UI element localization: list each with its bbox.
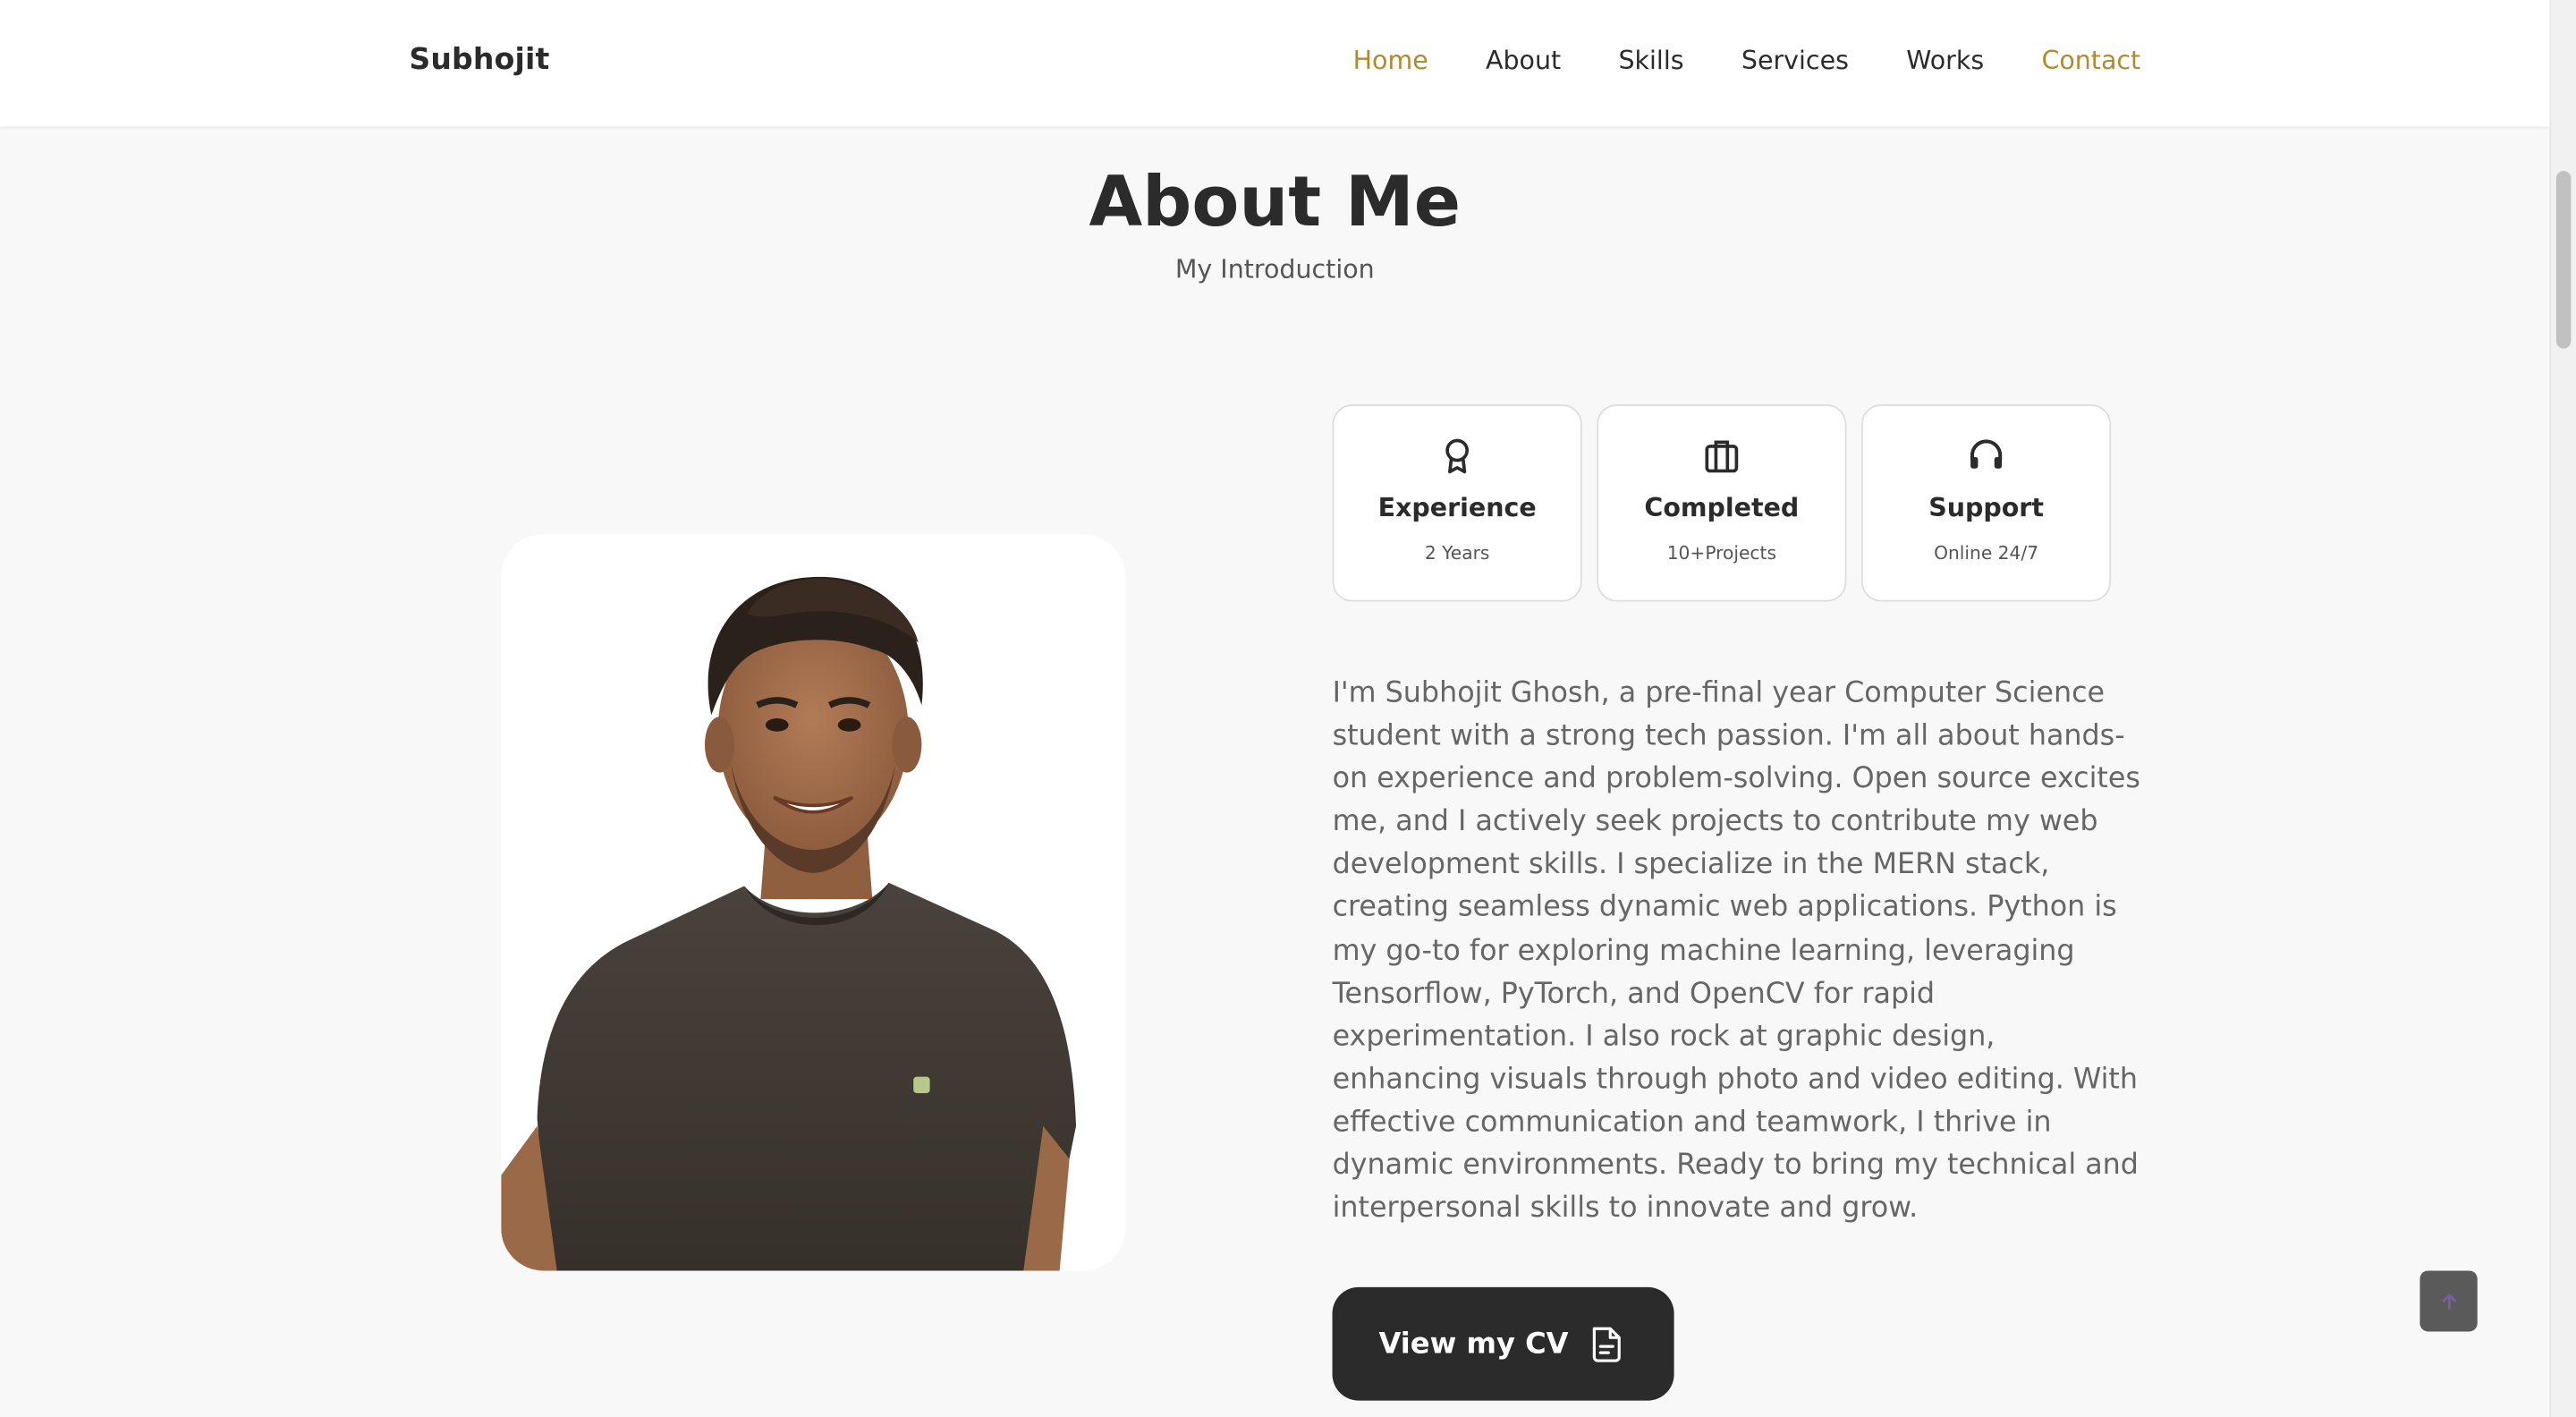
nav-works[interactable]: Works: [1906, 46, 1984, 75]
nav-skills[interactable]: Skills: [1618, 46, 1683, 75]
nav-home[interactable]: Home: [1353, 46, 1428, 75]
experience-title: Experience: [1377, 493, 1537, 523]
section-title: About Me: [1089, 161, 1462, 242]
completed-title: Completed: [1644, 493, 1800, 523]
support-card: Support Online 24/7: [1860, 404, 2112, 602]
view-cv-button[interactable]: View my CV: [1332, 1286, 1674, 1401]
nav-about[interactable]: About: [1486, 46, 1561, 75]
arrow-up-icon: [2441, 1293, 2456, 1310]
profile-photo: [501, 534, 1126, 1271]
nav-contact[interactable]: Contact: [2041, 46, 2140, 75]
completed-value: 10+Projects: [1666, 542, 1777, 564]
briefcase-icon: [1705, 440, 1739, 473]
section-subtitle: My Introduction: [1174, 254, 1375, 284]
about-description: I'm Subhojit Ghosh, a pre-final year Com…: [1332, 677, 2140, 1226]
experience-value: 2 Years: [1424, 542, 1490, 564]
view-cv-label: View my CV: [1378, 1327, 1569, 1361]
main-nav: Home About Skills Services Works Contact: [1353, 46, 2141, 75]
nav-services[interactable]: Services: [1741, 46, 1849, 75]
support-title: Support: [1928, 493, 2044, 523]
headset-icon: [1970, 439, 2003, 469]
award-icon: [1445, 438, 1470, 474]
support-value: Online 24/7: [1934, 542, 2039, 564]
completed-card: Completed 10+Projects: [1597, 404, 1847, 602]
site-logo[interactable]: Subhojit: [409, 43, 549, 78]
profile-photo-illustration: [501, 534, 1126, 1271]
scroll-up-button[interactable]: [2419, 1270, 2478, 1332]
scrollbar-thumb[interactable]: [2555, 171, 2572, 349]
file-icon: [1592, 1326, 1621, 1362]
site-header: Subhojit Home About Skills Services Work…: [0, 0, 2550, 127]
experience-card: Experience 2 Years: [1332, 404, 1582, 602]
info-cards: Experience 2 Years Completed 10+Projects…: [1332, 404, 2112, 602]
page-scrollbar[interactable]: [2549, 0, 2576, 1417]
